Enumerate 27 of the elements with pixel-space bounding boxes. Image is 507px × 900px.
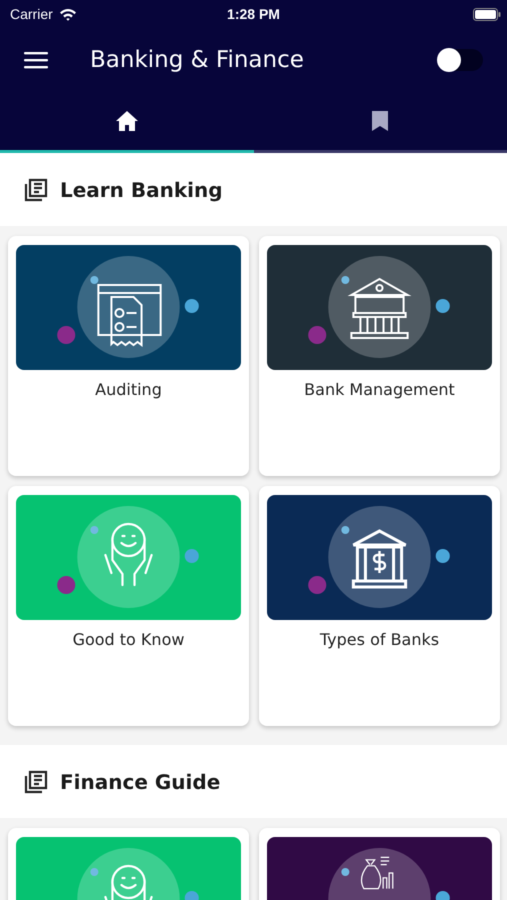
topic-card[interactable]: Good to Know [8,486,249,726]
app-title: Banking & Finance [90,47,304,73]
topic-card[interactable]: Types of Banks [259,486,500,726]
home-icon [114,110,139,132]
topic-card[interactable]: Auditing [8,236,249,476]
bookmark-icon [371,110,390,132]
checklist-icon [97,284,162,347]
menu-icon[interactable] [24,51,48,69]
topic-card[interactable]: Bank Management [259,236,500,476]
card-title: Types of Banks [320,630,440,649]
card-title: Good to Know [72,630,184,649]
card-title: Bank Management [304,380,455,399]
carrier-name: Carrier [10,6,53,22]
bank-icon [348,278,412,339]
news-icon [24,770,48,794]
section-title: Finance Guide [60,770,220,794]
card-title: Auditing [95,380,162,399]
battery-icon [473,8,501,20]
money-bag-icon [360,856,394,890]
wifi-icon [58,8,77,20]
section-title: Learn Banking [60,178,223,202]
theme-toggle[interactable] [439,49,483,71]
smiling-face-hands-icon [104,522,153,586]
news-icon [24,178,48,202]
bank-icon [352,529,408,588]
clock-time: 1:28 PM [226,6,281,22]
smiling-face-hands-icon [104,864,153,900]
